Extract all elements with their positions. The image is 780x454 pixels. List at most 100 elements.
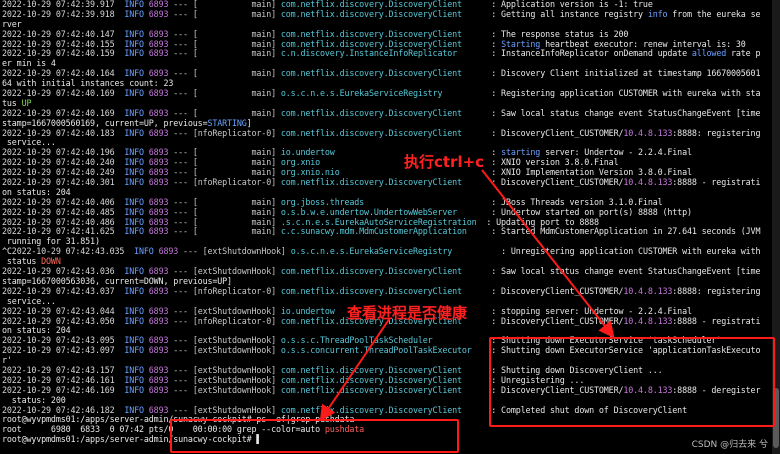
terminal-text: :8888: registering xyxy=(672,127,761,138)
terminal-text: com.netflix.discovery.DiscoveryClient xyxy=(280,68,482,79)
terminal-text: on status: 204 xyxy=(2,325,71,336)
terminal-text: 6893 xyxy=(148,285,169,296)
terminal-text: INFO xyxy=(124,266,149,277)
terminal-text: com.netflix.discovery.DiscoveryClient xyxy=(280,28,482,39)
terminal-text: rver xyxy=(2,18,22,29)
terminal-text: --- [ main] xyxy=(168,167,281,178)
terminal-text: 6893 xyxy=(148,28,169,39)
scrollbar-thumb[interactable] xyxy=(773,388,779,448)
terminal-line: 2022-10-29 07:42:43.097 INFO 6893 --- [e… xyxy=(0,345,772,356)
terminal-text: 6893 xyxy=(148,68,169,79)
terminal-text: 6893 xyxy=(148,8,169,19)
terminal-text: : Shutting down ExecutorService 'applica… xyxy=(481,345,761,356)
terminal-text: : DiscoveryClient_CUSTOMER/ xyxy=(481,315,624,326)
terminal-text: --- [ main] xyxy=(168,107,281,118)
terminal-text: INFO xyxy=(124,88,149,99)
terminal-text: : Unregistering application CUSTOMER wit… xyxy=(491,246,761,257)
terminal-text: : Saw local status change event StatusCh… xyxy=(481,107,761,118)
terminal-text: 10.4.8.133 xyxy=(623,177,673,188)
terminal-line: 2022-10-29 07:42:40.159 INFO 6893 --- [ … xyxy=(0,49,772,59)
terminal-text: c.c.sunacwy.mdm.MdmCustomerApplication xyxy=(280,226,482,237)
terminal-text: --- [nfoReplicator-0] xyxy=(168,127,281,138)
terminal-text: : Registering application CUSTOMER with … xyxy=(481,88,761,99)
terminal-text: 2022-10-29 07:42:43.157 xyxy=(2,364,125,375)
terminal-text: --- [ main] xyxy=(168,8,281,19)
terminal-text: : XNIO Implementation Version 3.8.0.Fina… xyxy=(481,167,692,178)
terminal-text: INFO xyxy=(134,246,159,257)
terminal-text: 6893 xyxy=(148,384,169,395)
terminal-text: :8888: registering xyxy=(672,285,761,296)
terminal-text: INFO xyxy=(124,226,149,237)
terminal-line: ^C2022-10-29 07:42:43.035 INFO 6893 --- … xyxy=(0,246,772,257)
terminal-text: 6893 xyxy=(148,345,169,356)
terminal-text: 6893 xyxy=(148,48,169,59)
terminal-text: stamp=1667000560169, current=UP, previou… xyxy=(2,117,208,128)
terminal-text: status xyxy=(2,256,42,267)
terminal-text: com.netflix.discovery.DiscoveryClient xyxy=(280,0,482,9)
terminal-output[interactable]: 2022-10-29 07:42:39.917 INFO 6893 --- [ … xyxy=(0,0,772,454)
terminal-text: 6893 xyxy=(148,157,169,168)
terminal-text: service... xyxy=(2,295,56,306)
terminal-text: 2022-10-29 07:42:43.044 xyxy=(2,305,125,316)
terminal-text: com.netflix.discovery.DiscoveryClient xyxy=(280,8,482,19)
terminal-text: service... xyxy=(2,137,56,148)
terminal-text: com.netflix.discovery.DiscoveryClient xyxy=(280,285,482,296)
terminal-text: INFO xyxy=(124,305,149,316)
terminal-text: 2022-10-29 07:42:40.240 xyxy=(2,157,125,168)
terminal-text: 2022-10-29 07:42:40.196 xyxy=(2,147,125,158)
terminal-text: 2022-10-29 07:42:41.625 xyxy=(2,226,125,237)
terminal-text: com.netflix.discovery.DiscoveryClient xyxy=(280,374,482,385)
terminal-line: 2022-10-29 07:42:40.301 INFO 6893 --- [n… xyxy=(0,177,772,188)
terminal-line: 2022-10-29 07:42:39.918 INFO 6893 --- [ … xyxy=(0,8,772,20)
terminal-text: 10.4.8.133 xyxy=(623,285,673,296)
terminal-text: --- [extShutdownHook] xyxy=(168,404,281,415)
terminal-text: 2022-10-29 07:42:40.164 xyxy=(2,68,125,79)
terminal-text: 6893 xyxy=(148,107,169,118)
terminal-text: starting xyxy=(501,147,541,158)
terminal-text: rate p xyxy=(726,48,761,59)
terminal-text: 6893 xyxy=(148,374,169,385)
terminal-text: INFO xyxy=(124,48,149,59)
terminal-text: pushdata xyxy=(324,424,365,435)
terminal-text: ] xyxy=(246,117,252,128)
terminal-text: UP xyxy=(21,97,32,108)
terminal-text: o.s.c.n.e.s.EurekaServiceRegistry xyxy=(290,246,492,257)
terminal-line: 2022-10-29 07:42:41.625 INFO 6893 --- [ … xyxy=(0,227,772,237)
terminal-text: --- [ main] xyxy=(168,206,281,217)
terminal-text: --- [extShutdownHook] xyxy=(168,384,281,395)
terminal-line: root@wyvpmdms01:/apps/server-admin/sunac… xyxy=(0,434,772,445)
terminal-text: 6893 xyxy=(148,38,169,49)
terminal-text: : Completed shut down of DiscoveryClient xyxy=(481,404,687,415)
terminal-text: 6893 xyxy=(148,216,169,227)
terminal-text: --- [extShutdownHook] xyxy=(168,345,281,356)
terminal-text: root@wyvpmdms01:/apps/server-admin/sunac… xyxy=(2,414,355,425)
terminal-text: com.netflix.discovery.DiscoveryClient xyxy=(280,384,482,395)
terminal-text: 2022-10-29 07:42:40.249 xyxy=(2,167,125,178)
terminal-text: : DiscoveryClient_CUSTOMER/ xyxy=(481,285,624,296)
terminal-text: 2022-10-29 07:42:39.917 xyxy=(2,0,125,9)
terminal-text: 2022-10-29 07:42:40.485 xyxy=(2,206,125,217)
terminal-text: 2022-10-29 07:42:46.169 xyxy=(2,384,125,395)
terminal-text: com.netflix.discovery.DiscoveryClient xyxy=(280,266,482,277)
terminal-text: --- [ main] xyxy=(168,226,281,237)
terminal-text: : Discovery Client initialized at timest… xyxy=(481,68,761,79)
terminal-text: 2022-10-29 07:42:43.035 xyxy=(11,246,135,257)
terminal-text: :8888 - registrati xyxy=(672,177,761,188)
terminal-text: INFO xyxy=(124,38,149,49)
terminal-text: --- [extShutdownHook] xyxy=(168,374,281,385)
terminal-scrollbar[interactable] xyxy=(772,0,780,454)
terminal-text: tus xyxy=(2,97,22,108)
terminal-text: 6893 xyxy=(148,147,169,158)
terminal-text: 6893 xyxy=(148,0,169,9)
terminal-text: com.netflix.discovery.DiscoveryClient xyxy=(280,177,482,188)
terminal-text: Starting xyxy=(501,38,541,49)
terminal-text: INFO xyxy=(124,8,149,19)
terminal-text: 2022-10-29 07:42:40.183 xyxy=(2,127,125,138)
terminal-text: : Getting all instance registry xyxy=(481,8,648,19)
terminal-text: 2022-10-29 07:42:40.169 xyxy=(2,107,125,118)
terminal-text: INFO xyxy=(124,285,149,296)
terminal-text: 10.4.8.133 xyxy=(623,127,673,138)
terminal-text: : Saw local status change event StatusCh… xyxy=(481,266,761,277)
terminal-text: : InstanceInfoReplicator onDemand update xyxy=(481,48,692,59)
terminal-text: on status: 204 xyxy=(2,186,71,197)
